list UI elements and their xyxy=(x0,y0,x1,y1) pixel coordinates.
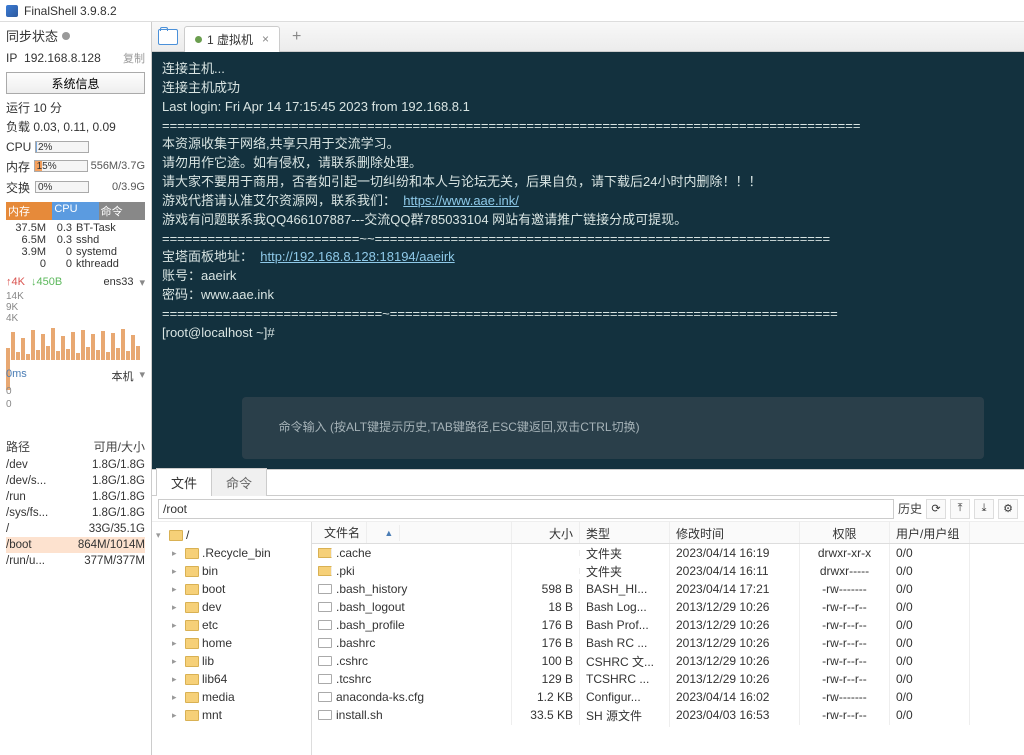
command-input[interactable]: 命令输入 (按ALT键提示历史,TAB键路径,ESC键返回,双击CTRL切换) xyxy=(242,397,984,459)
system-info-button[interactable]: 系统信息 xyxy=(6,72,145,94)
tree-item[interactable]: ▸boot xyxy=(154,580,309,598)
process-row[interactable]: 37.5M0.3BT-Task xyxy=(6,222,145,234)
tree-item[interactable]: ▸bin xyxy=(154,562,309,580)
app-title: FinalShell 3.9.8.2 xyxy=(24,4,117,18)
open-folder-icon[interactable] xyxy=(158,29,178,45)
title-bar: FinalShell 3.9.8.2 xyxy=(0,0,1024,22)
tree-item[interactable]: ▸.Recycle_bin xyxy=(154,544,309,562)
tree-item[interactable]: ▸mnt xyxy=(154,706,309,724)
sync-dot-icon xyxy=(62,32,70,40)
add-tab-button[interactable]: + xyxy=(286,28,307,46)
latency-row: 0ms 本机 ▾ xyxy=(6,368,145,384)
disk-row[interactable]: /dev1.8G/1.8G xyxy=(6,457,145,473)
copy-ip-button[interactable]: 复制 xyxy=(123,50,145,66)
folder-tree[interactable]: ▾ / ▸.Recycle_bin▸bin▸boot▸dev▸etc▸home▸… xyxy=(152,522,312,755)
memory-meter: 内存 15% 556M/3.7G xyxy=(6,158,145,175)
tab-files[interactable]: 文件 xyxy=(156,468,212,496)
load: 负载 0.03, 0.11, 0.09 xyxy=(6,119,145,136)
upload-icon[interactable]: ⤒ xyxy=(950,499,970,519)
history-button[interactable]: 历史 xyxy=(898,500,922,517)
process-row[interactable]: 6.5M0.3sshd xyxy=(6,234,145,246)
status-dot-icon xyxy=(195,36,202,43)
file-row[interactable]: .bash_logout18 BBash Log...2013/12/29 10… xyxy=(312,598,1024,616)
tree-item[interactable]: ▸media xyxy=(154,688,309,706)
file-list[interactable]: 文件名 ▲ 大小 类型 修改时间 权限 用户/用户组 .cache文件夹2023… xyxy=(312,522,1024,755)
tree-item[interactable]: ▸lib64 xyxy=(154,670,309,688)
file-row[interactable]: install.sh33.5 KBSH 源文件2023/04/03 16:53-… xyxy=(312,706,1024,724)
tree-root[interactable]: ▾ / xyxy=(154,526,309,544)
process-row[interactable]: 00kthreadd xyxy=(6,258,145,270)
disk-row[interactable]: /run/u...377M/377M xyxy=(6,553,145,569)
app-icon xyxy=(6,5,18,17)
swap-meter: 交换 0% 0/3.9G xyxy=(6,179,145,196)
file-row[interactable]: .bash_profile176 BBash Prof...2013/12/29… xyxy=(312,616,1024,634)
tab-vm1[interactable]: 1 虚拟机 × xyxy=(184,26,280,52)
sidebar: 同步状态 IP 192.168.8.128 复制 系统信息 运行 10 分 负载… xyxy=(0,22,152,755)
disk-row[interactable]: /33G/35.1G xyxy=(6,521,145,537)
ip-row: IP 192.168.8.128 复制 xyxy=(6,50,145,66)
network-stats: ↑4K ↓450B ens33 ▾ xyxy=(6,276,145,289)
disk-row[interactable]: /dev/s...1.8G/1.8G xyxy=(6,473,145,489)
process-row[interactable]: 3.9M0systemd xyxy=(6,246,145,258)
folder-icon xyxy=(169,530,183,541)
file-row[interactable]: .pki文件夹2023/04/14 16:11drwxr-----0/0 xyxy=(312,562,1024,580)
tab-commands[interactable]: 命令 xyxy=(211,468,267,496)
refresh-icon[interactable]: ⟳ xyxy=(926,499,946,519)
tree-item[interactable]: ▸etc xyxy=(154,616,309,634)
file-row[interactable]: .bash_history598 BBASH_HI...2023/04/14 1… xyxy=(312,580,1024,598)
terminal[interactable]: 连接主机...连接主机成功Last login: Fri Apr 14 17:1… xyxy=(152,52,1024,469)
process-header: 内存 CPU 命令 xyxy=(6,202,145,220)
close-tab-icon[interactable]: × xyxy=(262,32,269,46)
file-panel: 文件 命令 /root 历史 ⟳ ⤒ ⤓ ⚙ ▾ / ▸.Recycle_bin… xyxy=(152,469,1024,755)
disk-row[interactable]: /boot864M/1014M xyxy=(6,537,145,553)
settings-icon[interactable]: ⚙ xyxy=(998,499,1018,519)
disk-row[interactable]: /sys/fs...1.8G/1.8G xyxy=(6,505,145,521)
network-sparkline xyxy=(6,328,145,362)
tree-item[interactable]: ▸lib xyxy=(154,652,309,670)
sync-status: 同步状态 xyxy=(6,26,145,45)
tree-item[interactable]: ▸dev xyxy=(154,598,309,616)
tab-strip: 1 虚拟机 × + xyxy=(152,22,1024,52)
cpu-meter: CPU 2% xyxy=(6,140,145,154)
path-input[interactable]: /root xyxy=(158,499,894,519)
disk-row[interactable]: /run1.8G/1.8G xyxy=(6,489,145,505)
file-list-header[interactable]: 文件名 ▲ 大小 类型 修改时间 权限 用户/用户组 xyxy=(312,522,1024,544)
file-row[interactable]: .tcshrc129 BTCSHRC ...2013/12/29 10:26-r… xyxy=(312,670,1024,688)
tree-item[interactable]: ▸home xyxy=(154,634,309,652)
file-row[interactable]: .cshrc100 BCSHRC 文...2013/12/29 10:26-rw… xyxy=(312,652,1024,670)
uptime: 运行 10 分 xyxy=(6,100,145,117)
download-icon[interactable]: ⤓ xyxy=(974,499,994,519)
spark-y-axis: 14K9K4K xyxy=(6,291,145,324)
disk-header: 路径可用/大小 xyxy=(6,438,145,455)
